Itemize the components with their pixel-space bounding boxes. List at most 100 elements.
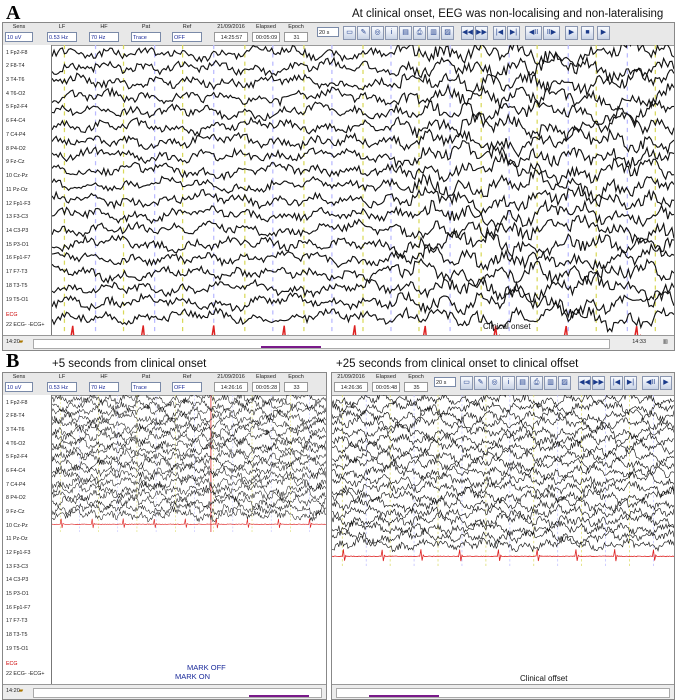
channel-label: 2 F8-T4: [6, 413, 25, 420]
image-icon[interactable]: ▨: [558, 376, 571, 390]
start-time: 14:20: [6, 688, 20, 694]
eeg-trace: [332, 395, 674, 409]
eeg-trace: [52, 423, 326, 439]
rewind-icon[interactable]: ◀◀: [578, 376, 591, 390]
timeline-position[interactable]: [249, 689, 309, 697]
channel-label: 7 C4-P4: [6, 481, 26, 488]
timeline-track[interactable]: [33, 688, 322, 698]
timeline-position[interactable]: [261, 340, 321, 348]
annotate-icon[interactable]: ✎: [474, 376, 487, 390]
fast-forward-icon[interactable]: ▶▶: [475, 26, 488, 40]
eeg-trace-area: [332, 395, 674, 566]
eeg-trace: [332, 432, 674, 449]
export-icon[interactable]: ▤: [399, 26, 412, 40]
eeg-viewer-panel-b-left: Sens 10 uV LF 0.53 Hz HF 70 Hz Pat Trace Ref…: [2, 372, 327, 700]
go-end-icon[interactable]: ▶|: [624, 376, 637, 390]
step-forward-icon[interactable]: ▶: [660, 376, 672, 390]
panel-b-letter: B: [6, 350, 20, 372]
montage-icon[interactable]: ◎: [371, 26, 384, 40]
channel-label: 15 P3-O1: [6, 241, 29, 248]
channel-label: 7 C4-P4: [6, 131, 26, 138]
toolbar: Sens 10 uV LF 0.53 Hz HF 70 Hz Pat Trace Ref…: [3, 373, 326, 396]
start-time: 14:20: [6, 339, 20, 345]
play-icon[interactable]: ▶: [565, 26, 578, 40]
channel-list: 1 Fp2-F8 2 F8-T4 3 T4-T6 4 T6-O2 5 Fp2-F4 6 F…: [3, 45, 52, 336]
eeg-trace: [332, 398, 674, 417]
print-icon[interactable]: ⎙: [413, 26, 426, 40]
zoom-icon[interactable]: ▥: [663, 339, 668, 345]
mark-off-annotation: MARK OFF: [187, 663, 226, 672]
go-start-icon[interactable]: |◀: [493, 26, 506, 40]
channel-label: 15 P3-O1: [6, 591, 29, 598]
panel-b-right-caption: +25 seconds from clinical onset to clini…: [336, 358, 579, 370]
channel-label: 11 Pz-Oz: [6, 186, 28, 193]
print-icon[interactable]: ⎙: [530, 376, 543, 390]
ecg-trace: [52, 518, 326, 529]
eeg-trace: [52, 487, 326, 504]
eeg-viewer-panel-b-right: 21/09/2016 14:26:36 Elapsed 00:05:48 Epoch…: [331, 372, 675, 700]
timeline-icon[interactable]: ▰: [19, 688, 23, 694]
image-icon[interactable]: ▨: [441, 26, 454, 40]
channel-label: 9 Fz-Cz: [6, 159, 25, 166]
timeline-track[interactable]: [33, 339, 610, 349]
channel-list: 1 Fp2-F8 2 F8-T4 3 T4-T6 4 T6-O2 5 Fp2-F4 6 F…: [3, 395, 52, 685]
channel-label: 10 Cz-Pz: [6, 173, 28, 180]
channel-label: 8 P4-O2: [6, 145, 26, 152]
eeg-trace: [332, 479, 674, 498]
timeline-scrollbar[interactable]: [332, 684, 674, 699]
ecg-label: ECG: [6, 311, 18, 318]
channel-label: 6 F4-C4: [6, 118, 26, 125]
annotate-icon[interactable]: ✎: [357, 26, 370, 40]
info-icon[interactable]: i: [502, 376, 515, 390]
eeg-trace: [52, 436, 326, 452]
timeline-track[interactable]: [336, 688, 670, 698]
timeline-position[interactable]: [369, 689, 439, 697]
channel-label: 1 Fp2-F8: [6, 399, 28, 406]
eeg-trace-area: [52, 395, 326, 532]
eeg-trace: [52, 397, 326, 413]
channel-label: 12 Fp1-F3: [6, 549, 31, 556]
save-icon[interactable]: ▭: [460, 376, 473, 390]
step-back-icon[interactable]: ◀II: [642, 376, 659, 390]
panel-a-caption: At clinical onset, EEG was non-localisin…: [352, 8, 664, 20]
eeg-trace: [52, 455, 326, 471]
channel-label: 16 Fp1-F7: [6, 604, 31, 611]
channel-label: 5 Fp2-F4: [6, 104, 28, 111]
channel-label: 17 F7-T3: [6, 618, 28, 625]
channel-label: 6 F4-C4: [6, 467, 26, 474]
go-end-icon[interactable]: ▶|: [507, 26, 520, 40]
chart-icon[interactable]: ▥: [544, 376, 557, 390]
channel-label: 19 T5-O1: [6, 645, 29, 652]
save-icon[interactable]: ▭: [343, 26, 356, 40]
eeg-trace: [52, 429, 326, 446]
info-icon[interactable]: i: [385, 26, 398, 40]
step-back-icon[interactable]: ◀II: [525, 26, 542, 40]
go-start-icon[interactable]: |◀: [610, 376, 623, 390]
timeline-scrollbar[interactable]: 14:20 ▰ 14:33 ▥: [3, 335, 674, 350]
step-forward-icon[interactable]: II▶: [543, 26, 560, 40]
ecg-channel-label: 22 ECG- -ECG+: [6, 322, 45, 329]
eeg-trace: [332, 495, 674, 514]
rewind-icon[interactable]: ◀◀: [461, 26, 474, 40]
channel-label: 9 Fz-Cz: [6, 508, 25, 515]
montage-icon[interactable]: ◎: [488, 376, 501, 390]
chart-icon[interactable]: ▥: [427, 26, 440, 40]
channel-label: 13 F3-C3: [6, 214, 29, 221]
timeline-scrollbar[interactable]: 14:20 ▰: [3, 684, 326, 699]
channel-label: 19 T5-O1: [6, 296, 29, 303]
ecg-label: ECG: [6, 661, 18, 668]
next-icon[interactable]: ▶: [597, 26, 610, 40]
channel-label: 14 C3-P3: [6, 577, 29, 584]
channel-label: 8 P4-O2: [6, 495, 26, 502]
clinical-onset-annotation: Clinical onset: [483, 322, 531, 331]
timeline-icon[interactable]: ▰: [19, 339, 23, 345]
clinical-offset-annotation: Clinical offset: [520, 674, 568, 683]
eeg-trace: [52, 474, 326, 492]
export-icon[interactable]: ▤: [516, 376, 529, 390]
channel-label: 18 T3-T5: [6, 282, 28, 289]
stop-icon[interactable]: ■: [581, 26, 594, 40]
channel-label: 11 Pz-Oz: [6, 536, 28, 543]
channel-label: 3 T4-T6: [6, 426, 25, 433]
mark-on-annotation: MARK ON: [175, 672, 211, 681]
fast-forward-icon[interactable]: ▶▶: [592, 376, 605, 390]
